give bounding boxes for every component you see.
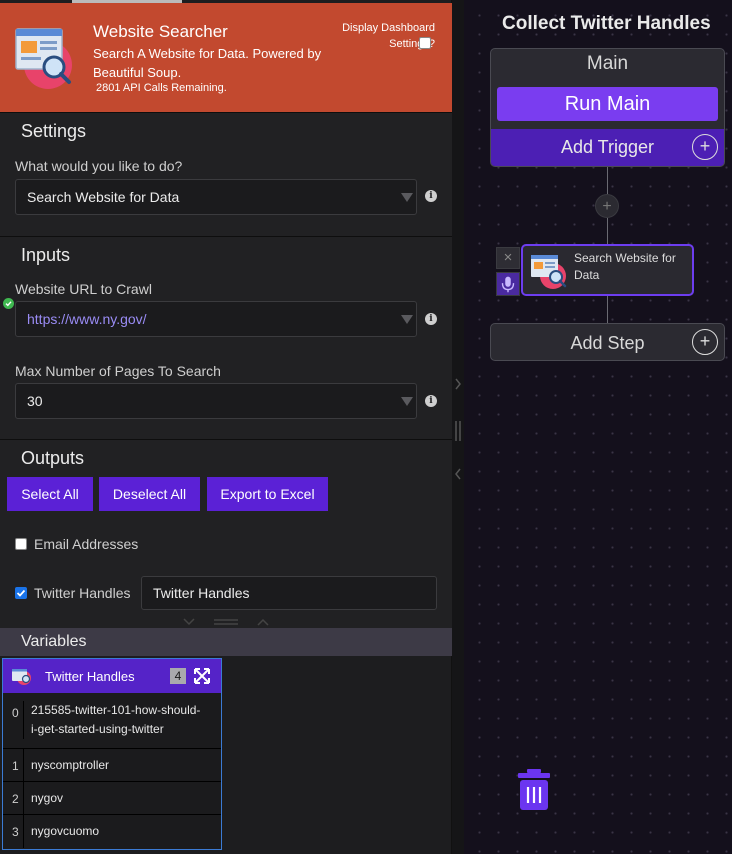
row-index: 0 xyxy=(12,706,19,720)
add-step-plus-icon[interactable]: + xyxy=(692,329,718,355)
variables-title: Variables xyxy=(21,633,87,650)
add-step-label: Add Step xyxy=(570,333,645,353)
chevron-right-icon[interactable] xyxy=(454,377,462,391)
trash-icon[interactable] xyxy=(517,768,551,812)
info-icon[interactable]: i xyxy=(425,313,437,325)
email-addresses-label: Email Addresses xyxy=(34,536,139,552)
variable-card-title: Twitter Handles xyxy=(45,669,135,684)
add-trigger-bar[interactable]: Add Trigger + xyxy=(491,129,724,166)
chevron-up-icon xyxy=(257,618,269,626)
step-label: Search Website for Data xyxy=(574,251,676,282)
drag-handle-icon[interactable] xyxy=(454,420,462,442)
max-pages-value: 30 xyxy=(27,393,43,409)
row-value: nygov xyxy=(23,782,63,814)
variables-header: Variables xyxy=(0,628,452,656)
website-searcher-icon xyxy=(531,255,567,289)
close-icon[interactable]: × xyxy=(496,247,520,269)
insert-step-plus-icon[interactable]: + xyxy=(595,194,619,218)
variable-card: Twitter Handles 4 0 215585-twitter-101-h… xyxy=(2,658,222,850)
website-searcher-logo-icon xyxy=(15,28,72,89)
outputs-title: Outputs xyxy=(21,448,85,468)
pages-label: Max Number of Pages To Search xyxy=(15,363,221,379)
row-index: 1 xyxy=(12,759,19,773)
settings-section: Settings What would you like to do? Sear… xyxy=(0,112,452,236)
url-label: Website URL to Crawl xyxy=(15,281,152,297)
variable-count-badge: 4 xyxy=(170,668,186,684)
main-label: Main xyxy=(586,53,629,74)
add-trigger-plus-icon[interactable]: + xyxy=(692,134,718,160)
expand-icon[interactable] xyxy=(194,668,210,684)
website-searcher-icon xyxy=(12,669,31,685)
export-excel-button[interactable]: Export to Excel xyxy=(207,477,328,511)
row-index: 3 xyxy=(12,825,19,839)
api-calls-remaining: 2801 API Calls Remaining. xyxy=(96,82,227,94)
chevron-down-icon xyxy=(401,397,413,406)
variable-row[interactable]: 2 nygov xyxy=(3,782,221,815)
twitter-handles-label: Twitter Handles xyxy=(34,585,131,601)
step-search-website[interactable]: Search Website for Data xyxy=(521,244,694,296)
checkmark-icon xyxy=(16,589,26,597)
settings-panel: Website Searcher Search A Website for Da… xyxy=(0,0,452,854)
add-trigger-label: Add Trigger xyxy=(560,137,655,157)
flow-title: Collect Twitter Handles xyxy=(502,13,711,34)
panel-resize-handle[interactable] xyxy=(176,616,276,628)
app-header: Website Searcher Search A Website for Da… xyxy=(0,3,452,112)
outputs-section: Outputs Select All Deselect All Export t… xyxy=(0,439,452,628)
microphone-icon[interactable] xyxy=(496,272,520,296)
row-value: 215585-twitter-101-how-should-i-get-star… xyxy=(23,701,203,739)
run-main-button[interactable]: Run Main xyxy=(497,87,718,121)
row-value: nygovcuomo xyxy=(23,815,99,848)
row-index: 2 xyxy=(12,792,19,806)
panel-splitter[interactable] xyxy=(452,0,464,854)
chevron-down-icon xyxy=(401,315,413,324)
variable-row[interactable]: 0 215585-twitter-101-how-should-i-get-st… xyxy=(3,693,221,749)
flow-canvas[interactable]: Collect Twitter Handles Main Run Main Ad… xyxy=(464,0,732,854)
select-all-button[interactable]: Select All xyxy=(7,477,93,511)
variable-card-header: Twitter Handles 4 xyxy=(3,659,221,693)
action-select[interactable]: Search Website for Data xyxy=(15,179,417,215)
app-title: Website Searcher xyxy=(93,22,228,41)
connector-line xyxy=(607,218,608,244)
settings-title: Settings xyxy=(21,121,87,141)
app-description: Search A Website for Data. Powered by Be… xyxy=(93,46,322,80)
app-window: Website Searcher Search A Website for Da… xyxy=(0,0,732,854)
variable-row[interactable]: 1 nyscomptroller xyxy=(3,749,221,782)
info-icon[interactable]: i xyxy=(425,190,437,202)
twitter-handles-name-input[interactable]: Twitter Handles xyxy=(141,576,437,610)
chevron-left-icon[interactable] xyxy=(454,467,462,481)
max-pages-field[interactable]: 30 xyxy=(15,383,417,419)
twitter-handles-name-value: Twitter Handles xyxy=(153,585,250,601)
add-step-bar[interactable]: Add Step + xyxy=(490,323,725,361)
action-label: What would you like to do? xyxy=(15,158,183,174)
email-addresses-checkbox[interactable] xyxy=(15,538,27,550)
info-icon[interactable]: i xyxy=(425,395,437,407)
inputs-section: Inputs Website URL to Crawl https://www.… xyxy=(0,236,452,439)
url-field-value: https://www.ny.gov/ xyxy=(27,311,147,327)
connector-line xyxy=(607,296,608,323)
connector-line xyxy=(607,167,608,194)
url-field[interactable]: https://www.ny.gov/ xyxy=(15,301,417,337)
chevron-down-icon xyxy=(183,618,195,626)
twitter-handles-checkbox[interactable] xyxy=(15,587,27,599)
main-block: Main Run Main Add Trigger + xyxy=(490,48,725,167)
chevron-down-icon xyxy=(401,193,413,202)
variable-row[interactable]: 3 nygovcuomo xyxy=(3,815,221,848)
deselect-all-button[interactable]: Deselect All xyxy=(99,477,200,511)
action-select-value: Search Website for Data xyxy=(27,189,180,205)
inputs-title: Inputs xyxy=(21,245,71,265)
row-value: nyscomptroller xyxy=(23,749,109,781)
valid-check-icon xyxy=(3,298,14,309)
dashboard-settings-checkbox[interactable] xyxy=(419,37,431,49)
